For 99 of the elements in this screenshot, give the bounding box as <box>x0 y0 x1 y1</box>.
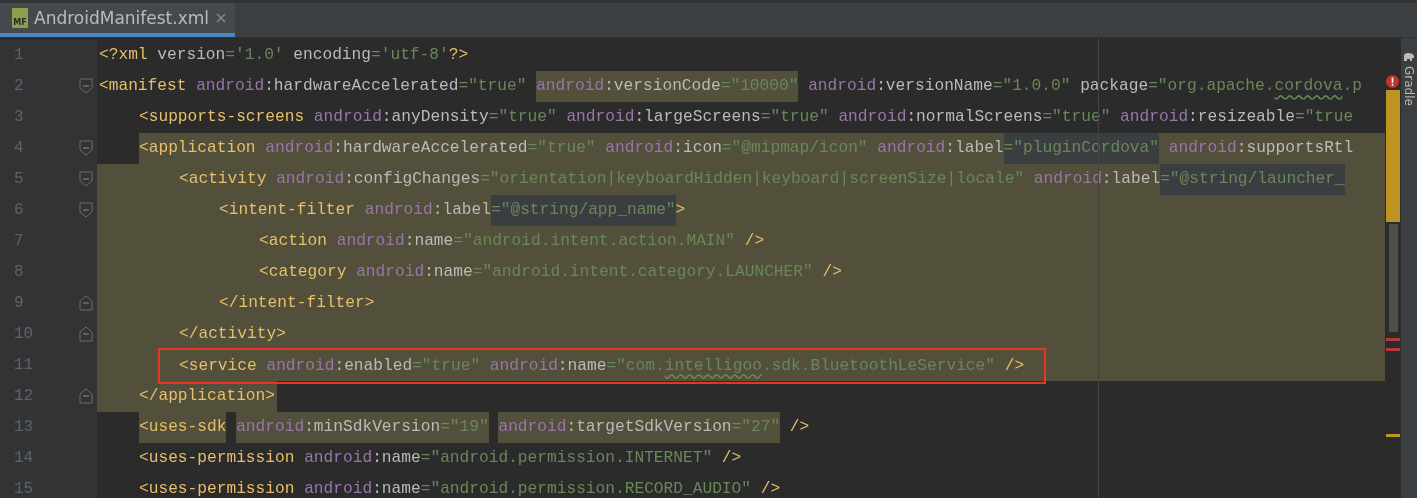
attribute-name: :supportsRtl <box>1236 138 1354 159</box>
xml-tag: <supports-screens <box>139 102 305 133</box>
namespace-prefix: android <box>196 76 265 97</box>
namespace-prefix: android <box>1120 107 1189 128</box>
tag-end: /> <box>759 479 781 498</box>
attribute-name: :name <box>372 479 421 498</box>
attribute-name: :icon <box>673 138 722 159</box>
attribute-name: :hardwareAccelerated <box>264 76 459 97</box>
tag-end: /> <box>743 231 765 252</box>
xml-tag: <manifest <box>99 71 187 102</box>
attribute-name: :name <box>404 231 454 252</box>
fold-icon[interactable] <box>79 78 93 94</box>
attribute-value: ="pluginCordova" <box>1003 133 1159 164</box>
fold-icon[interactable] <box>79 202 93 218</box>
file-icon: MF <box>12 8 28 28</box>
attribute-name: :name <box>557 355 607 377</box>
namespace-prefix: android <box>536 76 605 97</box>
attribute-name: :hardwareAccelerated <box>333 138 528 159</box>
attribute-value: ="1.0.0" <box>992 76 1071 97</box>
attribute-name: :label <box>1101 169 1161 190</box>
namespace-prefix: android <box>566 107 635 128</box>
xml-tag: <service <box>179 350 257 382</box>
attribute-name: version <box>157 45 226 66</box>
attribute-value: ="true <box>1294 107 1354 128</box>
namespace-prefix: android <box>605 138 674 159</box>
attribute-value: ="true" <box>488 107 557 128</box>
tag-end: > <box>675 200 686 221</box>
namespace-prefix: android <box>1168 138 1237 159</box>
xml-tag: <uses-permission <box>139 443 295 474</box>
xml-tag: <uses-permission <box>139 474 295 498</box>
attribute-name: :versionCode <box>604 76 721 97</box>
attribute-name: :resizeable <box>1188 107 1295 128</box>
namespace-prefix: android <box>304 479 373 498</box>
xml-tag: <category <box>259 257 347 288</box>
namespace-prefix: android <box>266 355 335 377</box>
xml-tag: <activity <box>179 164 267 195</box>
attribute-value: ="android.permission.RECORD_AUDIO" <box>420 479 751 498</box>
namespace-prefix: android <box>313 107 382 128</box>
namespace-prefix: android <box>265 138 334 159</box>
attribute-name: package <box>1080 76 1149 97</box>
fold-icon[interactable] <box>79 171 93 187</box>
xml-tag: <uses-sdk <box>139 412 227 443</box>
attribute-name: :anyDensity <box>381 107 489 128</box>
namespace-prefix: android <box>304 448 373 469</box>
close-icon[interactable] <box>215 12 228 24</box>
attribute-name: :largeScreens <box>634 107 761 128</box>
attribute-name: :name <box>424 262 473 283</box>
namespace-prefix: android <box>364 200 433 221</box>
attribute-value: ='1.0' <box>225 45 284 66</box>
attribute-value: ="true" <box>458 76 527 97</box>
attribute-value: ="@string/app_name" <box>491 195 676 226</box>
namespace-prefix: android <box>489 355 558 377</box>
attribute-name: :configChanges <box>344 169 481 190</box>
tag-end: /> <box>1003 355 1025 377</box>
tag-end: /> <box>788 417 810 438</box>
namespace-prefix: android <box>1033 169 1102 190</box>
attribute-value: ='utf-8' <box>371 45 449 66</box>
attribute-name: :versionName <box>876 76 993 97</box>
attribute-name: :normalScreens <box>906 107 1043 128</box>
error-icon[interactable] <box>1386 75 1399 88</box>
xml-tag: </activity> <box>179 319 286 350</box>
attribute-name: :targetSdkVersion <box>566 417 732 438</box>
attribute-name: :enabled <box>334 355 413 377</box>
elephant-icon[interactable] <box>1403 52 1415 62</box>
attribute-value: ="@string/launcher_ <box>1160 164 1345 195</box>
namespace-prefix: android <box>498 417 567 438</box>
attribute-value: ="true" <box>1042 107 1111 128</box>
xml-tag: <application <box>139 133 256 164</box>
xml-tag: </intent-filter> <box>219 288 375 319</box>
attribute-value: ="android.permission.INTERNET" <box>420 448 713 469</box>
scroll-thumb[interactable] <box>1389 224 1398 332</box>
namespace-prefix: android <box>236 417 305 438</box>
namespace-prefix: android <box>276 169 345 190</box>
tag-end: /> <box>821 262 842 283</box>
xml-tag: <intent-filter <box>219 195 355 226</box>
fold-icon[interactable] <box>79 140 93 156</box>
namespace-prefix: android <box>838 107 907 128</box>
attribute-value: ="org.apache.cordova.p <box>1148 76 1362 97</box>
namespace-prefix: android <box>336 231 405 252</box>
xml-tag: </application> <box>139 381 275 412</box>
xml-tag: <?xml <box>99 40 148 71</box>
tag-end: ?> <box>448 45 469 66</box>
gradle-tool-tab[interactable]: Gradle <box>1402 66 1416 106</box>
fold-icon[interactable] <box>79 295 93 311</box>
fold-icon[interactable] <box>79 388 93 404</box>
attribute-name: :minSdkVersion <box>304 417 441 438</box>
attribute-value: ="true" <box>760 107 829 128</box>
attribute-name: :label <box>432 200 491 221</box>
fold-icon[interactable] <box>79 326 93 342</box>
tag-end: /> <box>720 448 742 469</box>
tab-label: AndroidManifest.xml <box>34 8 210 28</box>
namespace-prefix: android <box>877 138 946 159</box>
attribute-name: :label <box>945 138 1004 159</box>
file-tab[interactable]: MF AndroidManifest.xml <box>0 3 236 37</box>
namespace-prefix: android <box>808 76 877 97</box>
namespace-prefix: android <box>356 262 425 283</box>
attribute-name: encoding <box>293 45 371 66</box>
xml-tag: <action <box>259 226 327 257</box>
attribute-name: :name <box>372 448 421 469</box>
